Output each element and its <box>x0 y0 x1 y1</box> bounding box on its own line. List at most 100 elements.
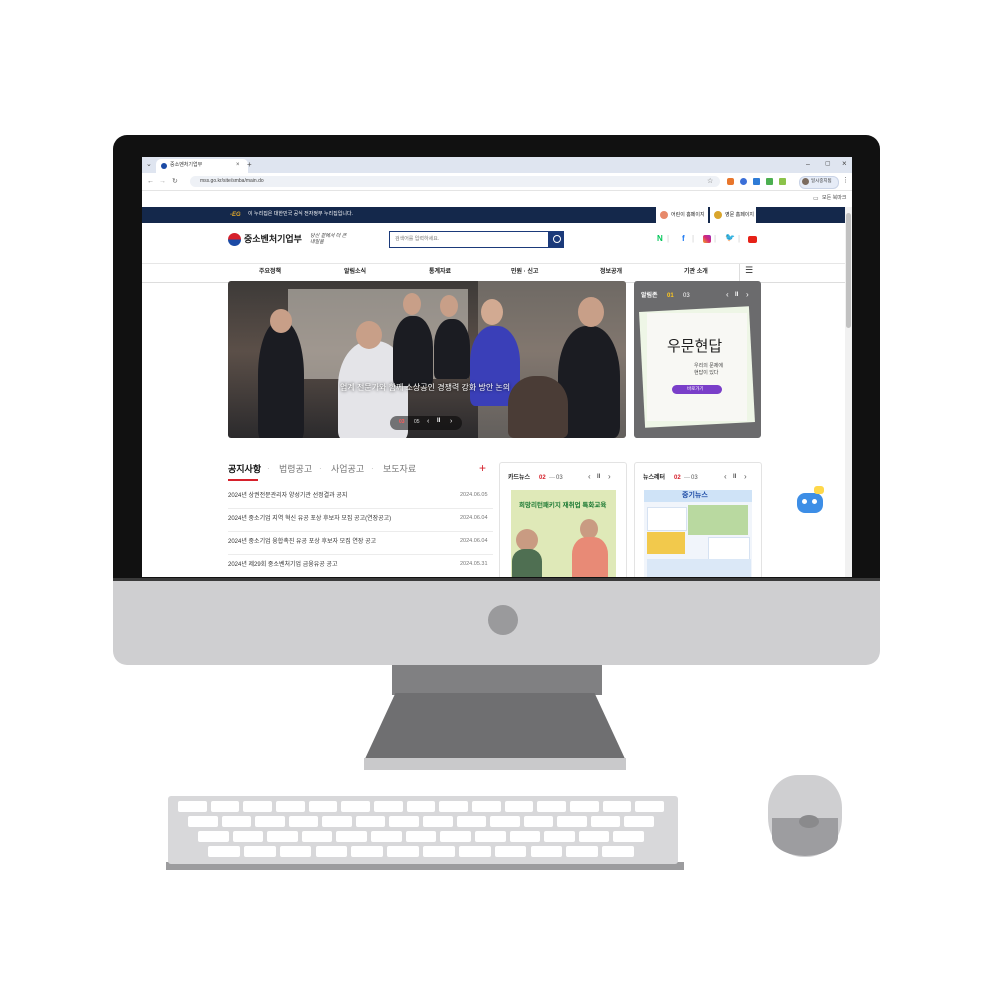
menu-kebab-icon[interactable]: ⋮ <box>842 177 849 184</box>
cardnews-pause-icon[interactable]: II <box>597 474 600 480</box>
notice-date: 2024.06.05 <box>460 492 488 498</box>
notice-title[interactable]: 2024년 중소기업 지역 혁신 유공 포상 후보자 모집 공고(연장공고) <box>228 516 391 522</box>
keyboard-key <box>336 831 368 842</box>
keyboard-key <box>301 831 333 842</box>
twitter-icon[interactable]: 🐦 <box>725 234 735 242</box>
maximize-icon[interactable]: ▢ <box>825 161 831 167</box>
new-tab-icon[interactable]: + <box>247 161 252 169</box>
nav-item-about[interactable]: 기관 소개 <box>684 269 708 275</box>
keyboard-key <box>308 801 338 812</box>
newsletter-pause-icon[interactable]: II <box>733 474 736 480</box>
naver-icon[interactable]: N <box>657 235 663 243</box>
notice-title[interactable]: 2024년 제29회 중소벤처기업 금융유공 공고 <box>228 562 338 568</box>
extension-icon[interactable] <box>727 178 734 185</box>
keyboard-key <box>578 831 610 842</box>
hero-slider[interactable]: 업계 전문가와 함께 소상공인 경쟁력 강화 방안 논의 03 05 ‹ II … <box>228 281 626 438</box>
notice-title[interactable]: 2024년 중소기업 융합촉진 유공 포상 후보자 모집 연장 공고 <box>228 539 376 545</box>
cardnews-total: 03 <box>556 475 563 481</box>
alimzone-pause-icon[interactable]: II <box>735 292 738 298</box>
nav-item-disclosure[interactable]: 정보공개 <box>600 269 622 275</box>
person-head <box>481 299 503 325</box>
search-icon <box>553 235 561 243</box>
slogan: 당신 곁에서 더 큰 내일을 <box>310 233 347 245</box>
keyboard-key <box>504 801 534 812</box>
shield-icon[interactable] <box>753 178 760 185</box>
keyboard-key <box>267 831 298 842</box>
hamburger-menu-icon[interactable]: ☰ <box>745 266 753 275</box>
kids-homepage-label: 어린이 홈페이지 <box>671 212 705 218</box>
monitor-stand <box>364 693 626 761</box>
newsletter-next-icon[interactable]: › <box>744 473 747 481</box>
keyboard-key <box>341 801 370 812</box>
profile-label: 일시중지됨 <box>811 178 832 183</box>
alimzone-title: 알림존 <box>641 293 658 299</box>
alimzone-next-icon[interactable]: › <box>746 291 749 299</box>
extension-icon[interactable] <box>766 178 773 185</box>
newsletter-thumb <box>708 537 750 561</box>
keyboard-key <box>439 801 468 812</box>
divider: | <box>692 234 695 243</box>
cardnews-prev-icon[interactable]: ‹ <box>588 473 591 481</box>
hero-caption[interactable]: 업계 전문가와 함께 소상공인 경쟁력 강화 방안 논의 <box>340 384 510 392</box>
keyboard-key <box>590 816 621 827</box>
tab-search-icon[interactable]: ⌄ <box>146 161 152 168</box>
person-head <box>403 293 421 315</box>
keyboard-key <box>474 831 506 842</box>
person-head <box>356 321 382 349</box>
reload-icon[interactable]: ↻ <box>172 178 178 185</box>
keyboard-key <box>566 846 599 857</box>
chatbot-robot-icon[interactable] <box>797 493 823 513</box>
keyboard-key <box>557 816 587 827</box>
pager-dash: — <box>549 475 555 481</box>
cardnews-title: 카드뉴스 <box>508 475 531 481</box>
notice-title[interactable]: 2024년 상권전문관리자 양성기관 선정결과 공지 <box>228 493 347 499</box>
keyboard-key <box>602 846 634 857</box>
nav-item-statistics[interactable]: 통계자료 <box>429 269 451 275</box>
nav-item-policy[interactable]: 주요정책 <box>259 269 281 275</box>
facebook-icon[interactable]: f <box>682 235 685 243</box>
keyboard-key <box>279 846 312 857</box>
keyboard-key <box>243 801 272 812</box>
address-bar[interactable] <box>190 176 720 187</box>
forward-icon[interactable]: → <box>159 178 166 185</box>
hero-prev-icon[interactable]: ‹ <box>427 418 429 425</box>
minimize-icon[interactable]: – <box>806 161 810 168</box>
more-plus-icon[interactable]: + <box>479 462 486 474</box>
hero-next-icon[interactable]: › <box>450 418 452 425</box>
person <box>508 376 568 438</box>
person-head <box>270 309 292 333</box>
tab-business-notice[interactable]: 사업공고 <box>331 465 364 474</box>
taegeuk-logo-icon <box>228 233 241 246</box>
divider <box>228 531 493 532</box>
scrollbar-thumb[interactable] <box>846 213 851 328</box>
nav-item-news[interactable]: 알림소식 <box>344 269 366 275</box>
keyboard-key <box>624 816 654 827</box>
site-name[interactable]: 중소벤처기업부 <box>244 235 302 244</box>
all-bookmarks-link[interactable]: 모든 북마크 <box>822 196 846 201</box>
instagram-icon[interactable] <box>703 235 711 243</box>
keyboard-key <box>188 816 218 827</box>
window-close-icon[interactable]: × <box>842 160 847 168</box>
extension-icon[interactable] <box>740 178 747 185</box>
hero-pause-icon[interactable]: II <box>437 418 440 424</box>
tab-separator: · <box>371 464 374 473</box>
search-input[interactable] <box>395 234 535 244</box>
tab-press-release[interactable]: 보도자료 <box>383 465 416 474</box>
nav-item-civil[interactable]: 민원 · 신고 <box>511 269 538 275</box>
alimzone-prev-icon[interactable]: ‹ <box>726 291 729 299</box>
back-icon[interactable]: ← <box>147 178 154 185</box>
url-text: mss.go.kr/site/smba/main.do <box>200 178 264 184</box>
divider: | <box>714 234 717 243</box>
cardnews-next-icon[interactable]: › <box>608 473 611 481</box>
newsletter-prev-icon[interactable]: ‹ <box>724 473 727 481</box>
monitor-stand-neck <box>392 665 602 695</box>
tab-law-notice[interactable]: 법령공고 <box>279 465 312 474</box>
keyboard-key <box>523 816 554 827</box>
tab-notice[interactable]: 공지사항 <box>228 465 261 474</box>
youtube-icon[interactable] <box>748 236 757 243</box>
bookmark-star-icon[interactable]: ☆ <box>707 178 713 185</box>
keyboard-key <box>456 816 487 827</box>
keyboard-key <box>406 801 436 812</box>
extension-icon[interactable] <box>779 178 786 185</box>
tab-close-icon[interactable]: × <box>236 162 240 168</box>
